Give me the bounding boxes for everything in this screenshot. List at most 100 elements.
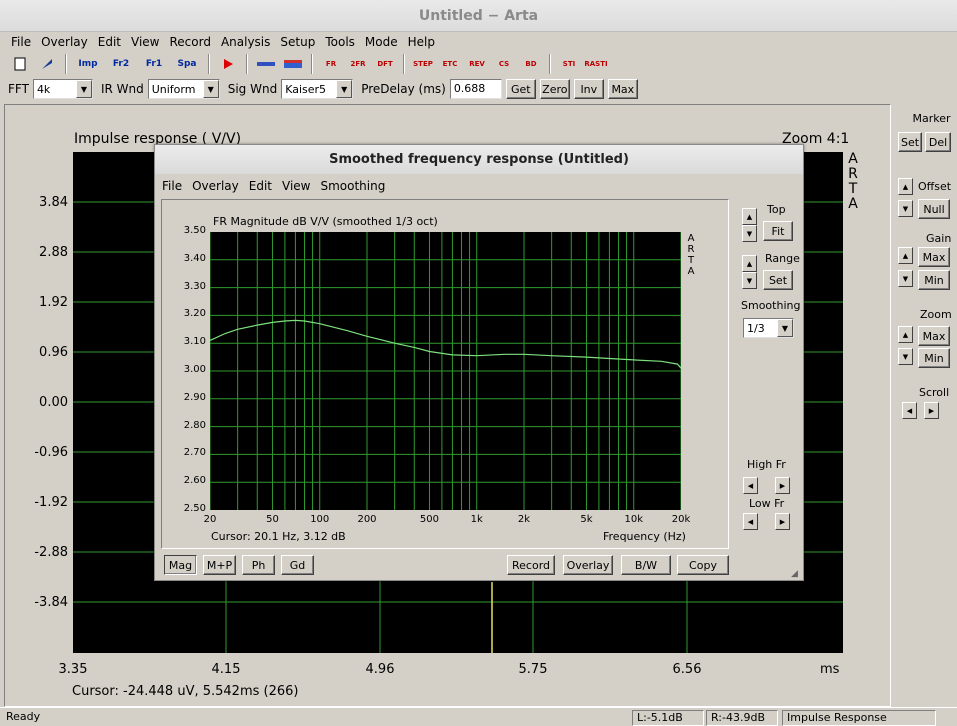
smoothing-label: Smoothing xyxy=(741,299,801,312)
step-button[interactable]: STEP xyxy=(411,54,435,74)
top-up-icon[interactable]: ▲ xyxy=(742,208,757,225)
lowfr-left-icon[interactable]: ◀ xyxy=(743,513,758,530)
etc-button[interactable]: ETC xyxy=(438,54,462,74)
irwnd-select[interactable]: Uniform ▼ xyxy=(147,79,220,99)
overlay-button[interactable]: Overlay xyxy=(563,555,613,575)
right-panel: Marker Set Del ▲ Offset ▼ Null Gain ▲ Ma… xyxy=(894,104,957,707)
smoothing-value: 1/3 xyxy=(747,321,765,335)
scroll-left-icon[interactable]: ◀ xyxy=(902,402,917,419)
menu-bar: File Overlay Edit View Record Analysis S… xyxy=(0,32,957,52)
dialog-menu-smoothing[interactable]: Smoothing xyxy=(315,179,390,193)
ph-button[interactable]: Ph xyxy=(242,555,275,575)
lowfr-right-icon[interactable]: ▶ xyxy=(775,513,790,530)
menu-view[interactable]: View xyxy=(126,35,164,49)
top-down-icon[interactable]: ▼ xyxy=(742,225,757,242)
fft-select[interactable]: 4k ▼ xyxy=(32,79,93,99)
fit-button[interactable]: Fit xyxy=(763,221,793,241)
zero-button[interactable]: Zero xyxy=(539,79,570,99)
gain-up-icon[interactable]: ▲ xyxy=(898,247,913,264)
new-icon[interactable] xyxy=(8,54,32,74)
menu-edit[interactable]: Edit xyxy=(93,35,126,49)
dialog-menu-file[interactable]: File xyxy=(157,179,187,193)
range-down-icon[interactable]: ▼ xyxy=(742,272,757,289)
zoom-min-button[interactable]: Min xyxy=(918,348,950,368)
y-tick: -0.96 xyxy=(34,445,68,460)
arta-letter: A xyxy=(848,151,858,167)
rev-button[interactable]: REV xyxy=(465,54,489,74)
offset-down-icon[interactable]: ▼ xyxy=(898,200,913,217)
highfr-left-icon[interactable]: ◀ xyxy=(743,477,758,494)
mag-button[interactable]: Mag xyxy=(164,555,197,575)
rasti-button[interactable]: RASTI xyxy=(584,54,608,74)
marker-set-button[interactable]: Set xyxy=(898,132,922,152)
mic-icon[interactable] xyxy=(281,54,305,74)
fr-cursor-readout: Cursor: 20.1 Hz, 3.12 dB xyxy=(211,530,346,543)
fr-button[interactable]: FR xyxy=(319,54,343,74)
dft-button[interactable]: DFT xyxy=(373,54,397,74)
y-tick: 2.88 xyxy=(39,245,68,260)
bd-button[interactable]: BD xyxy=(519,54,543,74)
range-up-icon[interactable]: ▲ xyxy=(742,255,757,272)
arta-letter: A xyxy=(848,196,858,212)
gain-down-icon[interactable]: ▼ xyxy=(898,270,913,287)
chevron-down-icon: ▼ xyxy=(777,319,793,337)
max-button[interactable]: Max xyxy=(607,79,638,99)
dialog-menu-edit[interactable]: Edit xyxy=(244,179,277,193)
fr-y-tick: 2.50 xyxy=(183,503,206,514)
fr1-button[interactable]: Fr1 xyxy=(139,54,169,74)
2fr-button[interactable]: 2FR xyxy=(346,54,370,74)
fr-series-line xyxy=(209,319,682,369)
zoom-up-icon[interactable]: ▲ xyxy=(898,326,913,343)
marker-del-button[interactable]: Del xyxy=(925,132,951,152)
menu-overlay[interactable]: Overlay xyxy=(36,35,93,49)
gain-max-button[interactable]: Max xyxy=(918,247,950,267)
status-left-level: L:-5.1dB xyxy=(632,710,704,726)
arta-letter: A xyxy=(687,233,695,244)
menu-help[interactable]: Help xyxy=(403,35,440,49)
menu-file[interactable]: File xyxy=(6,35,36,49)
record-button[interactable]: Record xyxy=(507,555,555,575)
menu-setup[interactable]: Setup xyxy=(275,35,320,49)
menu-tools[interactable]: Tools xyxy=(320,35,360,49)
zoom-down-icon[interactable]: ▼ xyxy=(898,348,913,365)
gd-button[interactable]: Gd xyxy=(281,555,314,575)
imp-button[interactable]: Imp xyxy=(73,54,103,74)
analysis-toolbar: FFT 4k ▼ IR Wnd Uniform ▼ Sig Wnd Kaiser5 ▼… xyxy=(0,77,957,101)
sti-button[interactable]: STI xyxy=(557,54,581,74)
open-icon[interactable] xyxy=(35,54,59,74)
resize-grip-icon[interactable]: ◢ xyxy=(791,569,798,579)
irwnd-label: IR Wnd xyxy=(100,82,144,96)
smoothing-select[interactable]: 1/3 ▼ xyxy=(743,318,794,338)
gain-min-button[interactable]: Min xyxy=(918,270,950,290)
arta-letter: R xyxy=(848,166,858,182)
inv-button[interactable]: Inv xyxy=(573,79,604,99)
predelay-input[interactable]: 0.688 xyxy=(449,79,502,99)
record-icon[interactable] xyxy=(216,54,240,74)
scroll-right-icon[interactable]: ▶ xyxy=(924,402,939,419)
dialog-menu-view[interactable]: View xyxy=(277,179,315,193)
offset-null-button[interactable]: Null xyxy=(918,199,950,219)
sigwnd-select[interactable]: Kaiser5 ▼ xyxy=(281,79,354,99)
fr-x-tick: 20k xyxy=(671,514,691,525)
generator-icon[interactable] xyxy=(254,54,278,74)
spa-button[interactable]: Spa xyxy=(172,54,202,74)
zoom-max-button[interactable]: Max xyxy=(918,326,950,346)
fft-label: FFT xyxy=(8,82,29,96)
get-button[interactable]: Get xyxy=(505,79,536,99)
copy-button[interactable]: Copy xyxy=(677,555,729,575)
highfr-right-icon[interactable]: ▶ xyxy=(775,477,790,494)
status-ready: Ready xyxy=(6,710,41,723)
menu-analysis[interactable]: Analysis xyxy=(216,35,275,49)
offset-up-icon[interactable]: ▲ xyxy=(898,178,913,195)
menu-mode[interactable]: Mode xyxy=(360,35,403,49)
cs-button[interactable]: CS xyxy=(492,54,516,74)
dialog-menu-overlay[interactable]: Overlay xyxy=(187,179,244,193)
smoothed-fr-dialog: Smoothed frequency response (Untitled) F… xyxy=(154,144,804,581)
range-set-button[interactable]: Set xyxy=(763,270,793,290)
marker-label: Marker xyxy=(912,112,951,125)
fr2-button[interactable]: Fr2 xyxy=(106,54,136,74)
bw-button[interactable]: B/W xyxy=(621,555,671,575)
mp-button[interactable]: M+P xyxy=(203,555,236,575)
fr-plot[interactable] xyxy=(209,232,682,510)
menu-record[interactable]: Record xyxy=(164,35,215,49)
